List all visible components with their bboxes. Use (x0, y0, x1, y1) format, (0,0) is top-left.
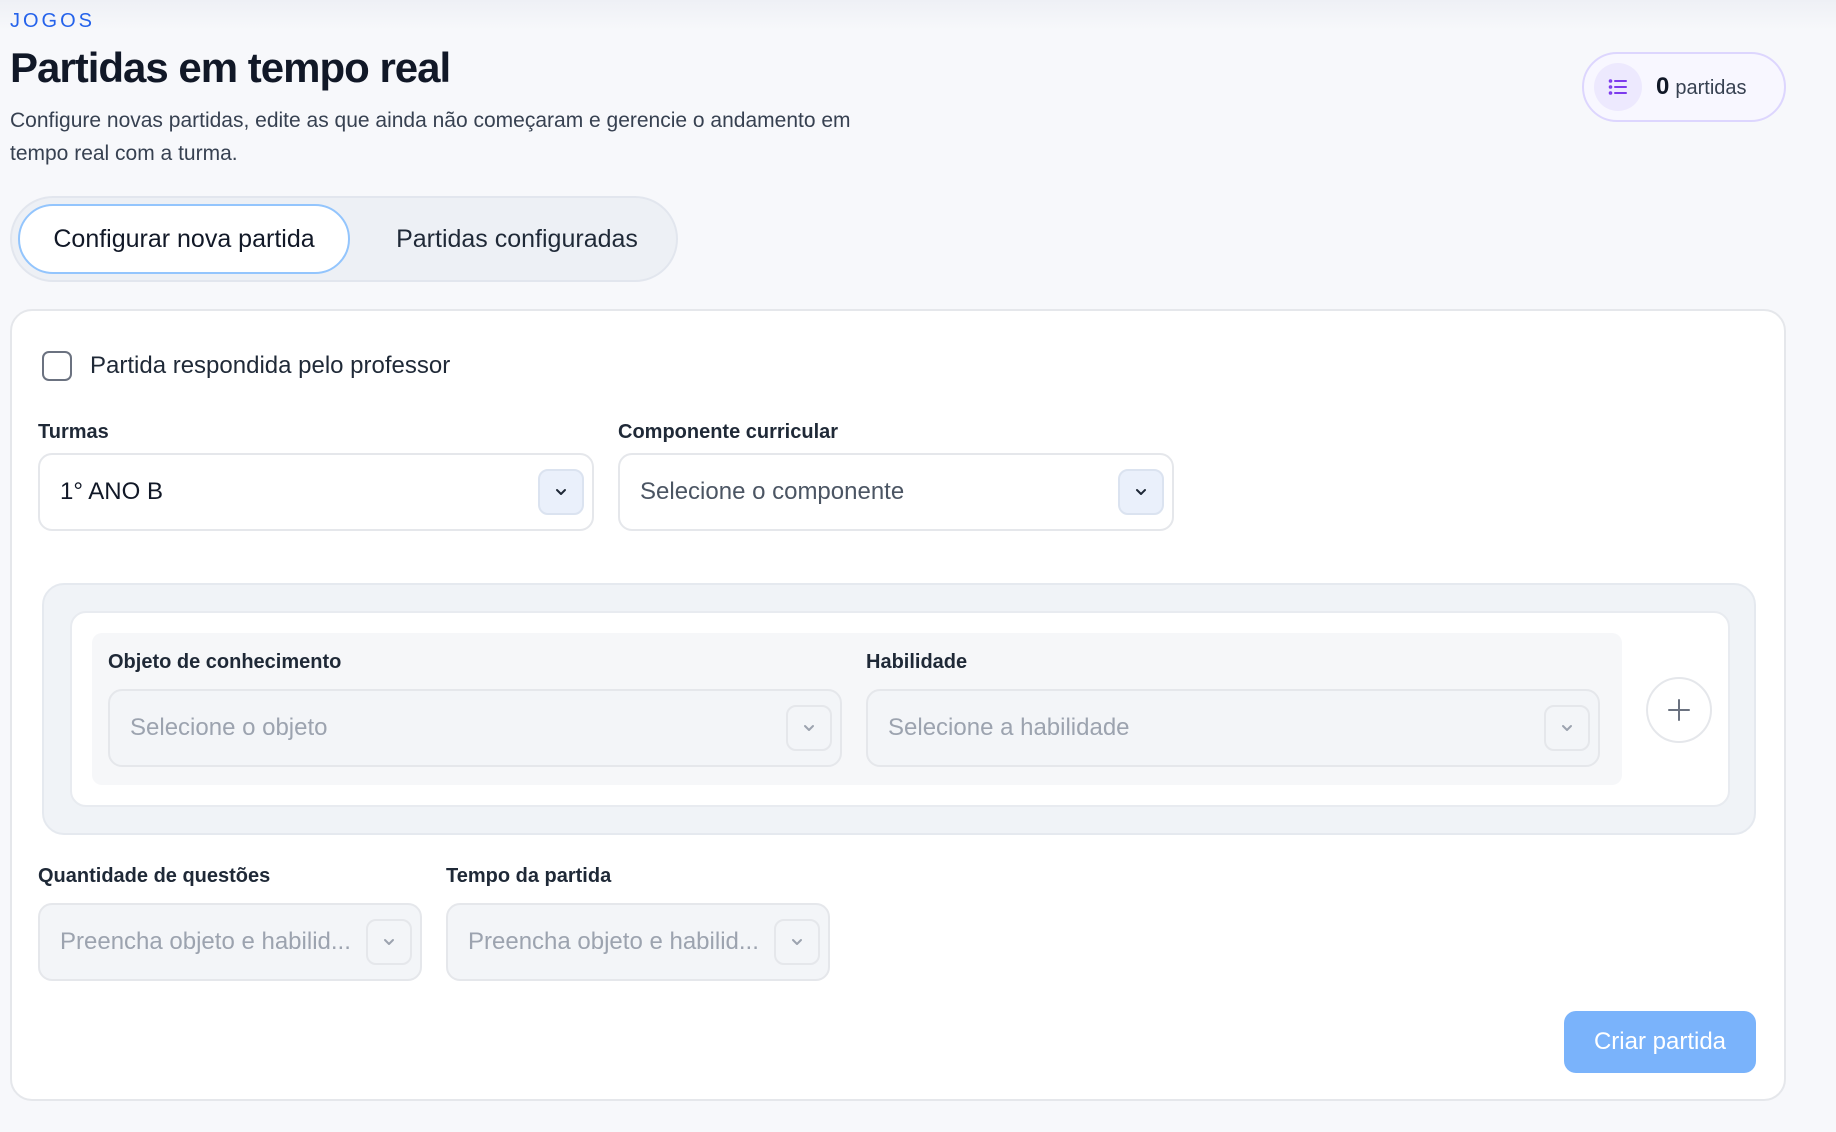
teacher-answered-checkbox[interactable] (42, 351, 72, 381)
objeto-label: Objeto de conhecimento (108, 651, 342, 673)
tab-configure-new-match[interactable]: Configurar nova partida (18, 204, 350, 274)
turmas-value: 1° ANO B (60, 478, 163, 505)
componente-select[interactable]: Selecione o componente (618, 453, 1174, 531)
habilidade-select[interactable]: Selecione a habilidade (866, 689, 1600, 767)
matches-count-value: 0 (1656, 73, 1670, 100)
knowledge-skill-row: Objeto de conhecimento Selecione o objet… (92, 633, 1622, 785)
top-gradient (0, 0, 1836, 30)
tempo-label: Tempo da partida (446, 865, 612, 887)
quantidade-select[interactable]: Preencha objeto e habilid... (38, 903, 422, 981)
page-title: Partidas em tempo real (10, 44, 451, 91)
tab-configured-matches[interactable]: Partidas configuradas (362, 204, 672, 274)
plus-icon (1668, 699, 1690, 721)
quantidade-label: Quantidade de questões (38, 865, 271, 887)
page-description: Configure novas partidas, edite as que a… (10, 109, 851, 165)
match-config-card: Partida respondida pelo professor Turmas… (10, 309, 1786, 1101)
knowledge-skill-entry: Objeto de conhecimento Selecione o objet… (70, 611, 1730, 807)
turmas-label: Turmas (38, 421, 109, 443)
chevron-down-icon[interactable] (538, 469, 584, 515)
create-match-button[interactable]: Criar partida (1564, 1011, 1756, 1073)
objeto-select[interactable]: Selecione o objeto (108, 689, 842, 767)
matches-count-text: 0 partidas (1656, 73, 1747, 101)
habilidade-placeholder: Selecione a habilidade (888, 714, 1130, 741)
teacher-answered-label: Partida respondida pelo professor (90, 352, 451, 379)
habilidade-label: Habilidade (866, 651, 968, 673)
turmas-select[interactable]: 1° ANO B (38, 453, 594, 531)
chevron-down-icon[interactable] (786, 705, 832, 751)
tempo-select[interactable]: Preencha objeto e habilid... (446, 903, 830, 981)
objeto-placeholder: Selecione o objeto (130, 714, 328, 741)
componente-label: Componente curricular (618, 421, 839, 443)
teacher-answered-row: Partida respondida pelo professor (42, 351, 450, 381)
list-icon (1594, 63, 1642, 111)
chevron-down-icon[interactable] (774, 919, 820, 965)
section-eyebrow: JOGOS (10, 10, 96, 32)
matches-count-badge: 0 partidas (1582, 52, 1786, 122)
tab-bar: Configurar nova partida Partidas configu… (10, 196, 678, 282)
matches-count-label: partidas (1675, 77, 1747, 99)
chevron-down-icon[interactable] (366, 919, 412, 965)
knowledge-skills-section: Objeto de conhecimento Selecione o objet… (42, 583, 1756, 835)
componente-placeholder: Selecione o componente (640, 478, 905, 505)
chevron-down-icon[interactable] (1118, 469, 1164, 515)
chevron-down-icon[interactable] (1544, 705, 1590, 751)
quantidade-placeholder: Preencha objeto e habilid... (60, 928, 351, 955)
tempo-placeholder: Preencha objeto e habilid... (468, 928, 759, 955)
add-skill-button[interactable] (1646, 677, 1712, 743)
